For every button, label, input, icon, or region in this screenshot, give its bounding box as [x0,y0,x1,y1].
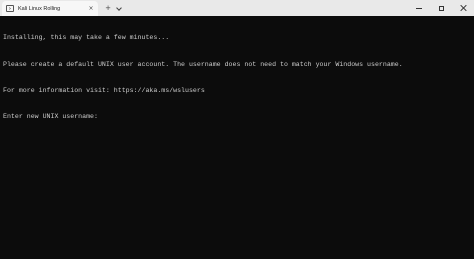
minimize-button[interactable] [408,0,430,16]
maximize-button[interactable] [430,0,452,16]
title-bar: Kali Linux Rolling × + [0,0,474,16]
terminal-output[interactable]: Installing, this may take a few minutes.… [3,17,471,139]
tab-close-icon[interactable]: × [86,1,96,16]
close-window-button[interactable] [452,0,474,16]
maximize-icon [438,5,444,11]
terminal-line-create-account: Please create a default UNIX user accoun… [3,60,403,68]
chevron-down-icon [116,4,122,11]
tab-kali-linux[interactable]: Kali Linux Rolling × [2,1,98,16]
terminal-icon [6,5,14,12]
tab-title: Kali Linux Rolling [18,5,61,12]
terminal-line-installing: Installing, this may take a few minutes.… [3,34,170,42]
tab-dropdown-button[interactable] [114,1,124,16]
terminal-line-more-info: For more information visit: https://aka.… [3,86,205,94]
username-prompt: Enter new UNIX username: [3,112,98,120]
new-tab-button[interactable]: + [102,1,114,16]
username-prompt-line[interactable]: Enter new UNIX username: [3,113,471,122]
terminal-window: Kali Linux Rolling × + Installing, this … [0,0,474,259]
close-icon [460,5,466,11]
minimize-icon [416,7,422,9]
